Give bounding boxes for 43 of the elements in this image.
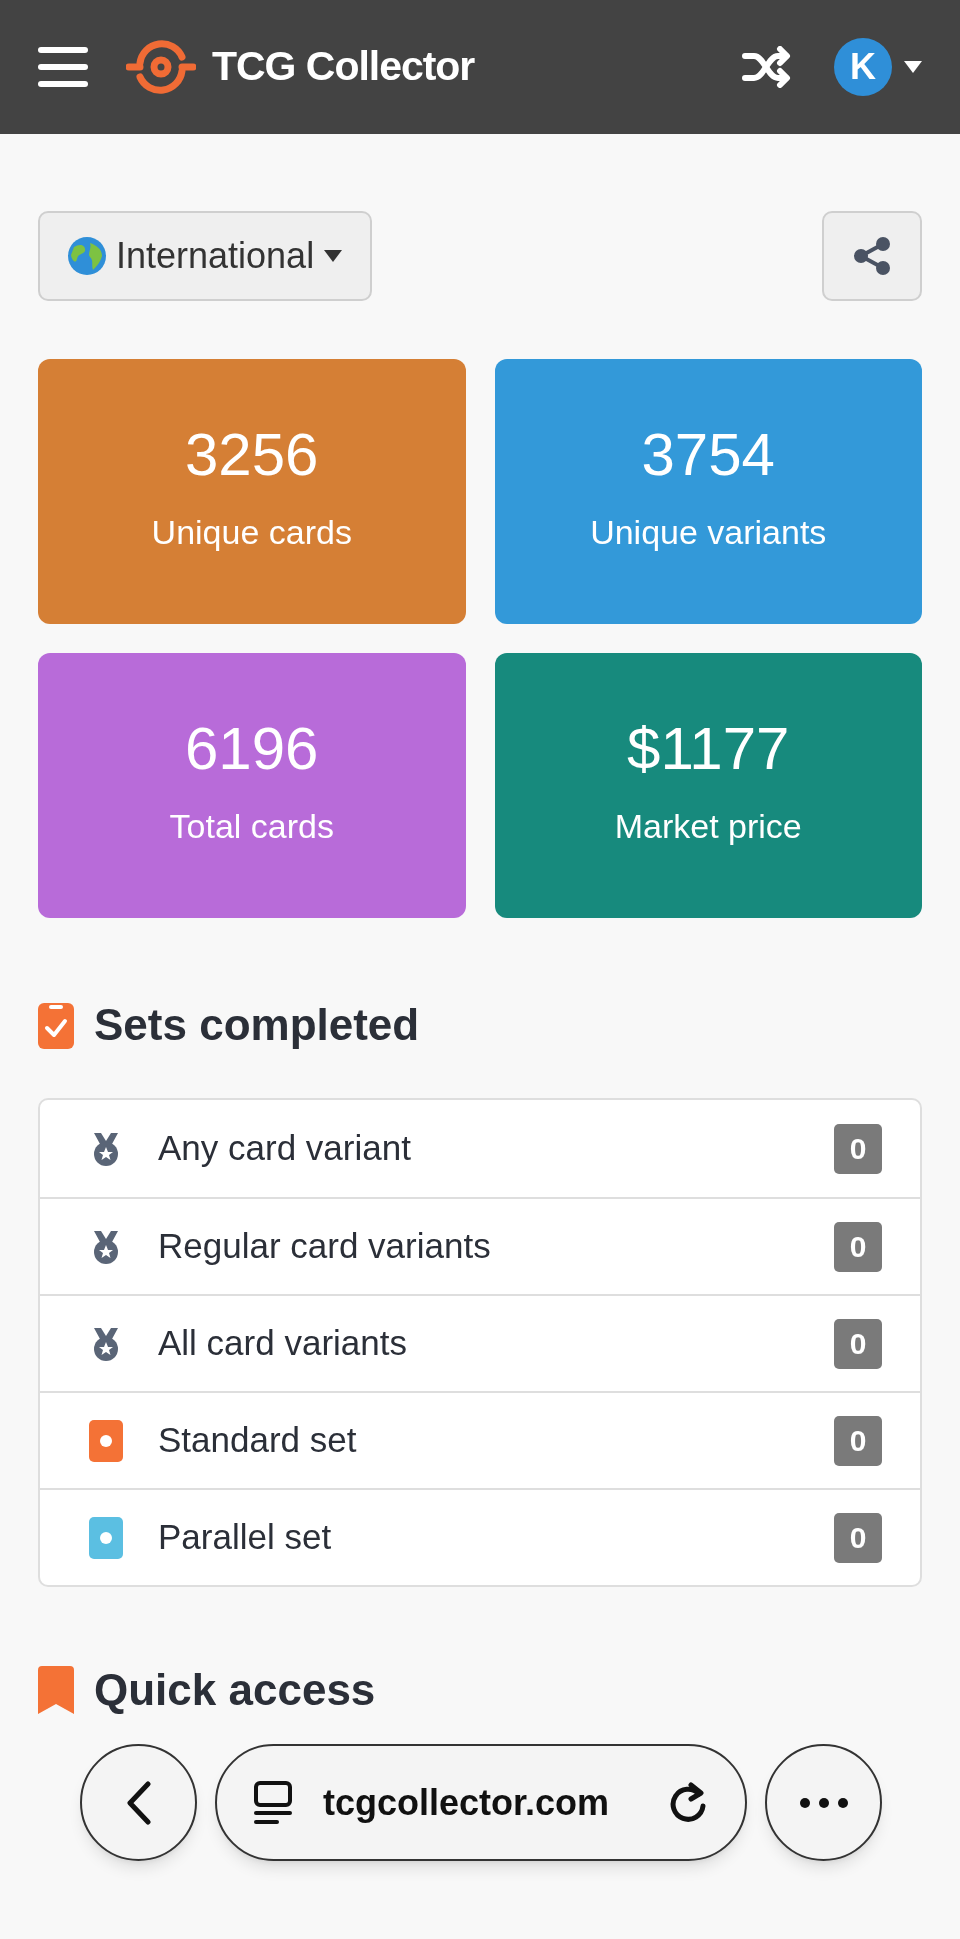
row-label: All card variants [158, 1322, 408, 1365]
page-icon [253, 1780, 293, 1825]
row-label: Standard set [158, 1419, 358, 1462]
list-row[interactable]: Any card variant 0 [40, 1100, 920, 1197]
more-icon [799, 1797, 848, 1808]
app-title[interactable]: TCG Collector [212, 36, 475, 98]
shuffle-icon[interactable] [742, 46, 792, 88]
list-row[interactable]: Parallel set 0 [40, 1488, 920, 1585]
count-badge: 0 [834, 1123, 882, 1174]
stat-label: Market price [614, 806, 802, 847]
address-bar[interactable]: tcgcollector.com [215, 1744, 747, 1861]
list-row[interactable]: Standard set 0 [40, 1391, 920, 1488]
stat-label: Unique cards [151, 512, 352, 553]
count-badge: 0 [834, 1415, 882, 1466]
list-row[interactable]: All card variants 0 [40, 1294, 920, 1391]
clipboard-check-icon [38, 1001, 74, 1049]
stat-label: Unique variants [590, 512, 827, 553]
row-label: Parallel set [158, 1516, 333, 1559]
back-icon [126, 1780, 151, 1825]
section-title: Sets completed [94, 999, 420, 1051]
section-title: Quick access [94, 1664, 376, 1716]
bookmark-icon [38, 1666, 74, 1714]
list-row[interactable]: Regular card variants 0 [40, 1197, 920, 1294]
stat-label: Total cards [169, 806, 334, 847]
row-label: Regular card variants [158, 1225, 492, 1268]
row-label: Any card variant [158, 1127, 412, 1170]
count-badge: 0 [834, 1221, 882, 1272]
url-text: tcgcollector.com [323, 1780, 611, 1825]
stat-value: 3754 [641, 425, 775, 485]
menu-icon[interactable] [38, 45, 88, 89]
logo-icon[interactable] [126, 39, 196, 95]
share-icon [853, 236, 891, 276]
caret-icon [324, 250, 343, 262]
share-button[interactable] [822, 211, 922, 301]
globe-icon [68, 237, 106, 275]
stat-value: $1177 [627, 719, 790, 779]
count-badge: 0 [834, 1318, 882, 1369]
region-dropdown[interactable]: International [38, 211, 373, 301]
count-badge: 0 [834, 1512, 882, 1563]
stat-value: 6196 [185, 719, 319, 779]
stat-value: 3256 [185, 425, 319, 485]
caret-icon [904, 61, 922, 73]
avatar: K [834, 38, 892, 96]
